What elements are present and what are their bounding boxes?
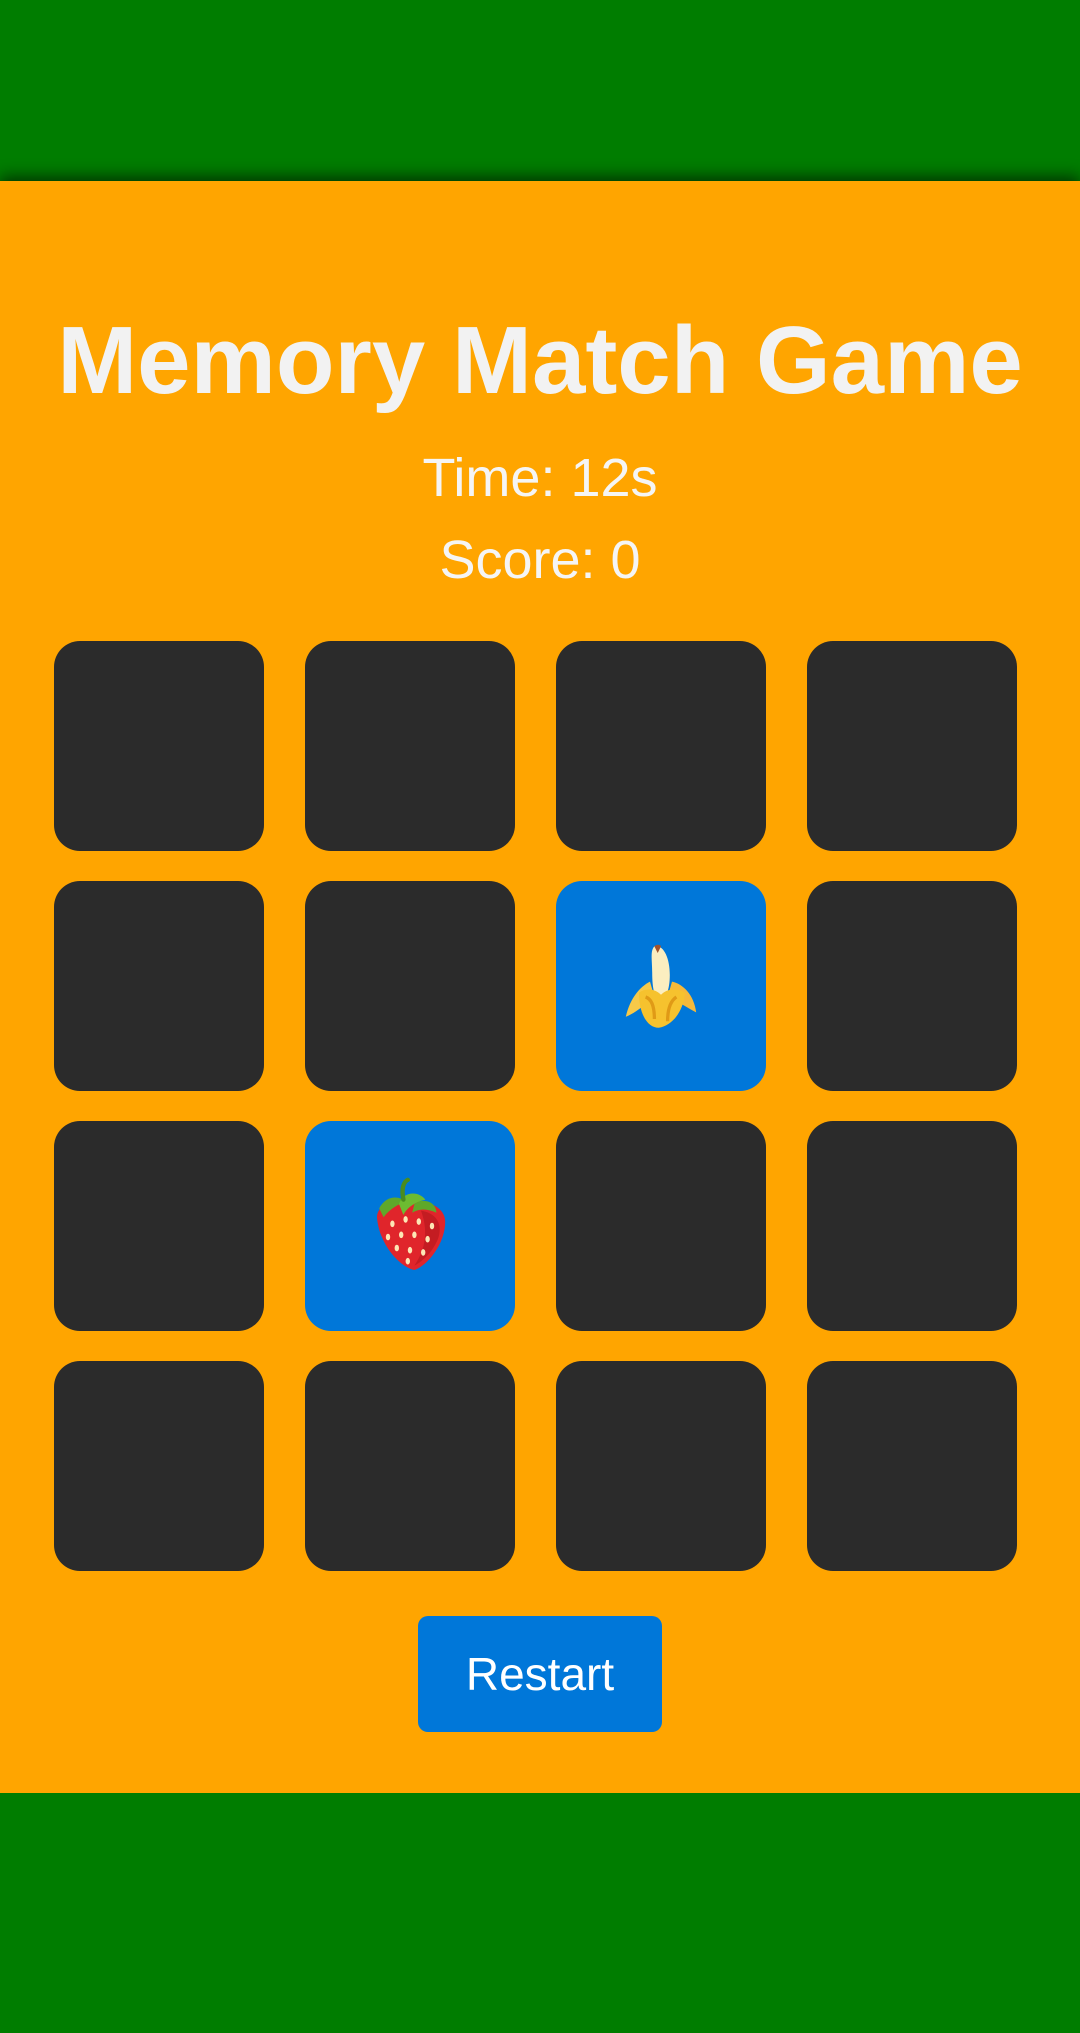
card-r4-c4[interactable] [807, 1361, 1017, 1571]
card-r3-c1[interactable] [54, 1121, 264, 1331]
timer-display: Time: 12s [422, 448, 658, 508]
card-r1-c3[interactable] [556, 641, 766, 851]
card-r3-c3[interactable] [556, 1121, 766, 1331]
card-r1-c2[interactable] [305, 641, 515, 851]
card-grid [54, 641, 1017, 1571]
bottom-band [0, 1793, 1080, 2033]
banana-icon [625, 944, 697, 1028]
page-title: Memory Match Game [57, 307, 1023, 414]
card-r2-c1[interactable] [54, 881, 264, 1091]
game-panel: Memory Match Game Time: 12s Score: 0 Res… [0, 181, 1080, 1793]
score-display: Score: 0 [439, 530, 641, 590]
card-r4-c2[interactable] [305, 1361, 515, 1571]
card-r2-c3[interactable] [556, 881, 766, 1091]
card-r3-c2[interactable] [305, 1121, 515, 1331]
card-r3-c4[interactable] [807, 1121, 1017, 1331]
card-r4-c3[interactable] [556, 1361, 766, 1571]
restart-button[interactable]: Restart [418, 1616, 662, 1732]
top-band [0, 0, 1080, 181]
card-r4-c1[interactable] [54, 1361, 264, 1571]
card-r1-c1[interactable] [54, 641, 264, 851]
card-r1-c4[interactable] [807, 641, 1017, 851]
card-r2-c4[interactable] [807, 881, 1017, 1091]
strawberry-icon [377, 1177, 446, 1270]
card-r2-c2[interactable] [305, 881, 515, 1091]
